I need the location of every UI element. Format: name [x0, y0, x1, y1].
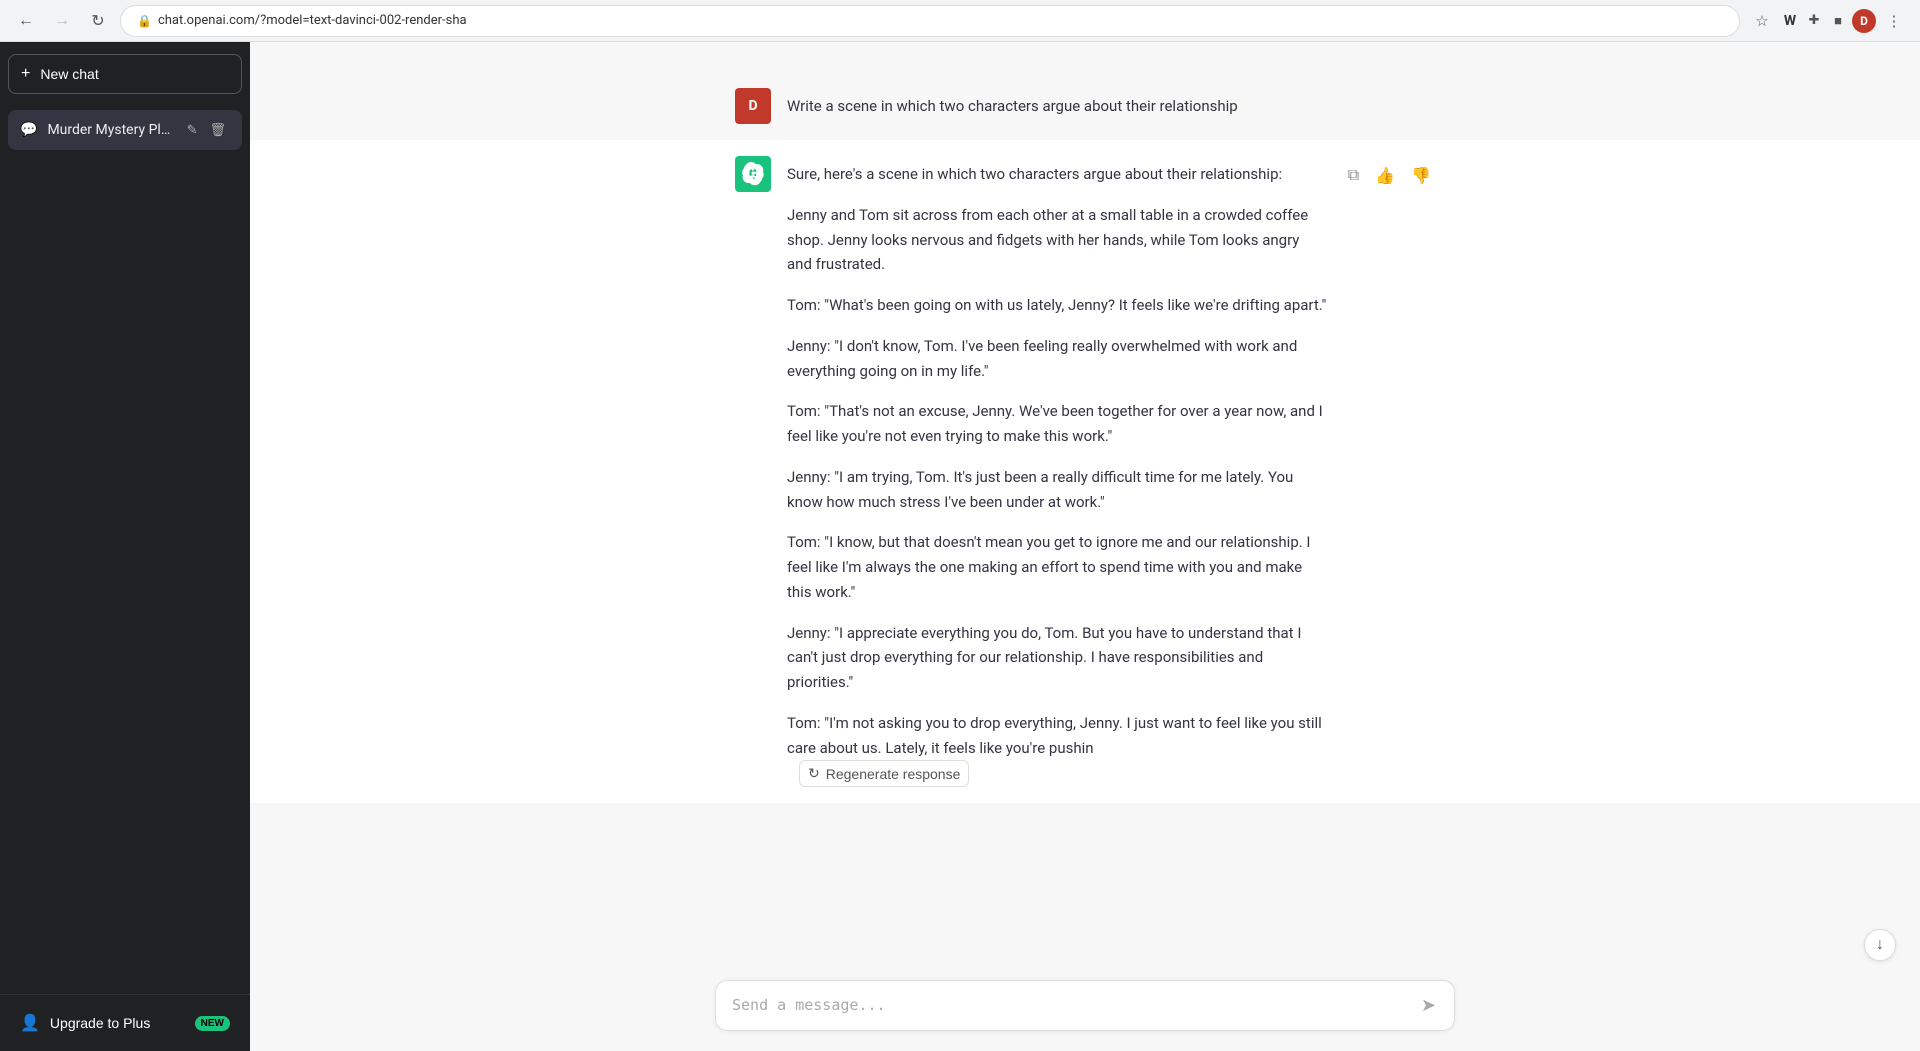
chat-main: D Write a scene in which two characters … [250, 42, 1920, 1051]
user-message-wrapper: D Write a scene in which two characters … [715, 72, 1455, 140]
copy-button[interactable]: ⧉ [1344, 162, 1363, 190]
ai-message-actions: ⧉ 👍 👎 [1344, 156, 1435, 190]
ai-para-0: Sure, here's a scene in which two charac… [787, 162, 1328, 187]
address-bar[interactable]: 🔒 chat.openai.com/?model=text-davinci-00… [120, 5, 1740, 37]
new-badge: NEW [195, 1016, 230, 1031]
message-input[interactable] [732, 994, 1419, 1017]
ai-para-5: Jenny: "I am trying, Tom. It's just been… [787, 465, 1328, 515]
lock-icon: 🔒 [137, 14, 152, 28]
ai-message-wrapper: Sure, here's a scene in which two charac… [250, 140, 1920, 803]
chat-item-title: Murder Mystery Plot.. [47, 122, 172, 138]
browser-actions: ☆ W ✚ ■ D ⋮ [1748, 7, 1908, 35]
user-message-row: D Write a scene in which two characters … [735, 88, 1435, 124]
plus-icon: + [21, 65, 30, 83]
ext-icon-w[interactable]: W [1780, 11, 1800, 31]
ai-para-6: Tom: "I know, but that doesn't mean you … [787, 530, 1328, 604]
thumbs-up-button[interactable]: 👍 [1371, 162, 1399, 190]
user-avatar: D [735, 88, 771, 124]
person-icon: 👤 [20, 1013, 40, 1033]
ai-message-row: Sure, here's a scene in which two charac… [735, 156, 1435, 787]
ai-para-2: Tom: "What's been going on with us latel… [787, 293, 1328, 318]
new-chat-label: New chat [40, 66, 98, 82]
upgrade-button[interactable]: 👤 Upgrade to Plus NEW [8, 1003, 242, 1043]
edit-chat-button[interactable]: ✎ [183, 120, 202, 140]
regenerate-response-button[interactable]: ↻ Regenerate response [799, 760, 969, 787]
thumbs-down-button[interactable]: 👎 [1407, 162, 1435, 190]
back-button[interactable]: ← [12, 7, 40, 35]
chat-messages: D Write a scene in which two characters … [250, 42, 1920, 968]
ai-para-3: Jenny: "I don't know, Tom. I've been fee… [787, 334, 1328, 384]
chat-item-actions: ✎ 🗑 [183, 120, 230, 140]
upgrade-label: Upgrade to Plus [50, 1015, 150, 1031]
sidebar-chats: 💬 Murder Mystery Plot.. ✎ 🗑 [0, 106, 250, 994]
ai-para-7: Jenny: "I appreciate everything you do, … [787, 621, 1328, 695]
user-message-text: Write a scene in which two characters ar… [787, 94, 1435, 119]
new-chat-button[interactable]: + New chat [8, 54, 242, 94]
sidebar: + New chat 💬 Murder Mystery Plot.. ✎ 🗑 👤… [0, 42, 250, 1051]
ai-para-1: Jenny and Tom sit across from each other… [787, 203, 1328, 277]
sidebar-top: + New chat [0, 42, 250, 106]
sidebar-bottom: 👤 Upgrade to Plus NEW [0, 994, 250, 1051]
url-text: chat.openai.com/?model=text-davinci-002-… [158, 13, 467, 28]
ext-icon-puzzle[interactable]: ✚ [1804, 11, 1824, 31]
ai-para-4: Tom: "That's not an excuse, Jenny. We've… [787, 399, 1328, 449]
input-wrapper: ➤ [715, 980, 1455, 1031]
app-container: + New chat 💬 Murder Mystery Plot.. ✎ 🗑 👤… [0, 42, 1920, 1051]
ai-message-content: Sure, here's a scene in which two charac… [787, 156, 1328, 787]
input-area: ➤ [250, 968, 1920, 1051]
scroll-bottom-button[interactable]: ↓ [1864, 929, 1896, 961]
send-button[interactable]: ➤ [1419, 993, 1438, 1018]
refresh-button[interactable]: ↻ [84, 7, 112, 35]
bookmark-button[interactable]: ☆ [1748, 7, 1776, 35]
more-button[interactable]: ⋮ [1880, 7, 1908, 35]
ext-icon-square[interactable]: ■ [1828, 11, 1848, 31]
chat-bubble-icon: 💬 [20, 122, 37, 138]
ai-avatar [735, 156, 771, 192]
truncated-line: Tom: "I'm not asking you to drop everyth… [787, 711, 1328, 788]
chat-item[interactable]: 💬 Murder Mystery Plot.. ✎ 🗑 [8, 110, 242, 150]
delete-chat-button[interactable]: 🗑 [205, 120, 230, 140]
ai-para-8-partial: Tom: "I'm not asking you to drop everyth… [787, 711, 1328, 761]
regen-label: Regenerate response [826, 766, 961, 782]
regen-icon: ↻ [808, 765, 820, 782]
forward-button[interactable]: → [48, 7, 76, 35]
profile-avatar[interactable]: D [1852, 9, 1876, 33]
user-message-content: Write a scene in which two characters ar… [787, 88, 1435, 119]
browser-chrome: ← → ↻ 🔒 chat.openai.com/?model=text-davi… [0, 0, 1920, 42]
